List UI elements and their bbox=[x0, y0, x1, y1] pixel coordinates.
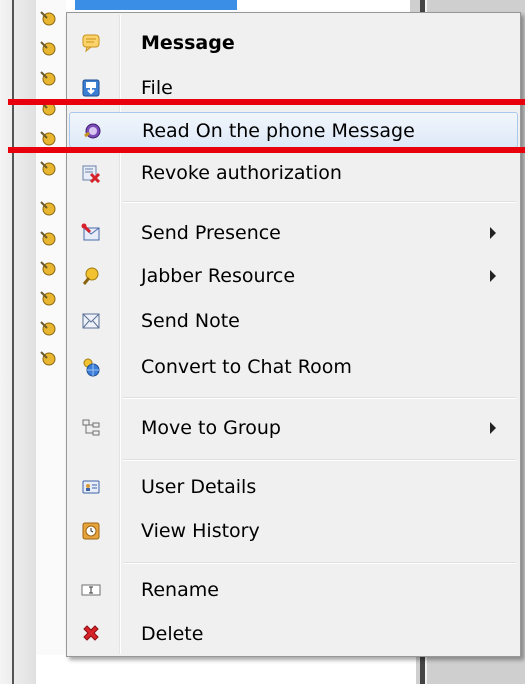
menu-separator bbox=[123, 201, 516, 203]
menu-item-view-history[interactable]: View History bbox=[69, 513, 518, 549]
menu-item-label: Send Note bbox=[141, 310, 240, 332]
file-transfer-icon bbox=[82, 79, 100, 97]
menu-item-message[interactable]: Message bbox=[69, 25, 518, 61]
menu-item-delete[interactable]: Delete bbox=[69, 616, 518, 652]
chat-room-icon bbox=[83, 358, 100, 377]
menu-item-label: User Details bbox=[141, 476, 257, 498]
contact-status-icon[interactable] bbox=[39, 10, 57, 28]
menu-item-revoke-authorization[interactable]: Revoke authorization bbox=[69, 155, 518, 191]
menu-item-send-note[interactable]: Send Note bbox=[69, 303, 518, 339]
user-card-icon bbox=[82, 480, 100, 494]
annotation-red-line-bottom bbox=[8, 147, 525, 153]
menu-separator bbox=[123, 397, 516, 399]
note-envelope-icon bbox=[82, 313, 100, 329]
menu-item-move-to-group[interactable]: Move to Group bbox=[69, 410, 518, 446]
contact-status-icon[interactable] bbox=[39, 40, 57, 58]
menu-item-label: Convert to Chat Room bbox=[141, 356, 352, 378]
contact-list-bottom bbox=[36, 655, 416, 684]
menu-item-label: Read On the phone Message bbox=[142, 120, 415, 142]
contact-status-icon[interactable] bbox=[39, 350, 57, 368]
rename-icon bbox=[81, 584, 101, 596]
bulb-icon bbox=[82, 267, 99, 285]
phone-message-icon bbox=[84, 123, 101, 139]
menu-item-label: Move to Group bbox=[141, 417, 281, 439]
contact-status-icon[interactable] bbox=[39, 70, 57, 88]
contact-status-icon[interactable] bbox=[39, 160, 57, 178]
menu-item-label: Revoke authorization bbox=[141, 162, 342, 184]
menu-item-jabber-resource[interactable]: Jabber Resource bbox=[69, 258, 518, 294]
submenu-arrow-icon bbox=[490, 227, 496, 239]
history-clock-icon bbox=[82, 522, 100, 540]
group-icon bbox=[82, 419, 100, 436]
menu-item-label: Rename bbox=[141, 579, 219, 601]
submenu-arrow-icon bbox=[490, 422, 496, 434]
menu-item-label: File bbox=[141, 77, 173, 99]
menu-item-convert-to-chat-room[interactable]: Convert to Chat Room bbox=[69, 349, 518, 385]
menu-item-send-presence[interactable]: Send Presence bbox=[69, 215, 518, 251]
revoke-icon bbox=[82, 165, 101, 183]
contact-context-menu: Message File Read On the phone Message R… bbox=[66, 12, 521, 657]
menu-item-label: Message bbox=[141, 32, 235, 54]
menu-item-label: Send Presence bbox=[141, 222, 281, 244]
submenu-arrow-icon bbox=[490, 270, 496, 282]
annotation-red-line-top bbox=[8, 99, 525, 105]
selected-contact-tab[interactable] bbox=[75, 0, 237, 10]
send-presence-icon bbox=[81, 223, 100, 241]
contact-status-icon[interactable] bbox=[39, 130, 57, 148]
menu-item-label: Jabber Resource bbox=[141, 265, 296, 287]
contact-status-icon[interactable] bbox=[39, 200, 57, 218]
contact-status-icon[interactable] bbox=[39, 320, 57, 338]
menu-separator bbox=[123, 459, 516, 461]
menu-separator bbox=[123, 562, 516, 564]
contact-status-icon[interactable] bbox=[39, 290, 57, 308]
menu-item-label: View History bbox=[141, 520, 260, 542]
message-icon bbox=[82, 34, 100, 53]
menu-item-user-details[interactable]: User Details bbox=[69, 469, 518, 505]
menu-item-rename[interactable]: Rename bbox=[69, 572, 518, 608]
contact-status-icon[interactable] bbox=[39, 230, 57, 248]
contact-status-icon[interactable] bbox=[39, 260, 57, 278]
menu-item-label: Delete bbox=[141, 623, 204, 645]
menu-item-read-on-phone[interactable]: Read On the phone Message bbox=[69, 112, 518, 148]
delete-x-icon bbox=[83, 625, 99, 641]
